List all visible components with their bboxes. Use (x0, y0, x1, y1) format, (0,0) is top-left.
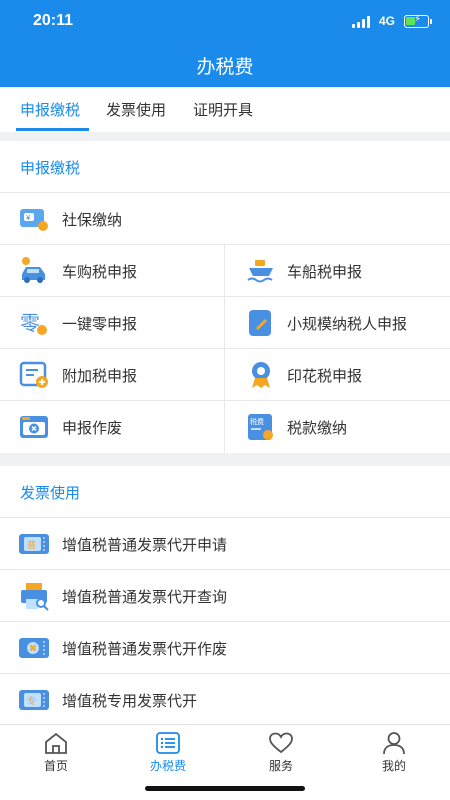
item-tax-payment[interactable]: 税费 税款缴纳 (225, 401, 450, 453)
user-icon (383, 732, 405, 755)
list-icon (156, 732, 180, 754)
tab-invoice[interactable]: 发票使用 (106, 99, 166, 120)
social-security-card-icon: ¥ (20, 209, 48, 231)
item-vehicle-purchase-tax[interactable]: 车购税申报 (0, 245, 225, 297)
item-label: 小规模纳税人申报 (287, 315, 408, 333)
active-tab-indicator (16, 128, 89, 131)
tab-declare[interactable]: 申报缴税 (20, 99, 80, 120)
item-label: 车购税申报 (62, 263, 138, 281)
nav-tax[interactable]: 办税费 (128, 731, 208, 774)
section-header: 申报缴税 (0, 141, 450, 193)
zero-declare-icon: 零 (20, 311, 47, 335)
status-time: 20:11 (33, 12, 74, 29)
nav-label: 办税费 (149, 759, 186, 773)
item-label: 增值税专用发票代开 (62, 692, 198, 710)
network-type: 4G (379, 14, 396, 28)
item-void-declare[interactable]: 申报作废 (0, 401, 225, 453)
item-label: 增值税普通发票代开查询 (62, 588, 228, 606)
svg-text:税费: 税费 (250, 417, 264, 426)
item-label: 一键零申报 (62, 315, 138, 333)
invoice-section: 发票使用 普 增值税普通发票代开申请 增值税普通发票代开查询 增值税普通发票代开… (0, 466, 450, 724)
void-declare-icon (20, 416, 48, 438)
item-vessel-tax[interactable]: 车船税申报 (225, 245, 450, 297)
stamp-medal-icon (252, 362, 270, 388)
svg-text:¥: ¥ (26, 214, 31, 222)
item-invoice-void[interactable]: 增值税普通发票代开作废 (0, 622, 450, 674)
small-taxpayer-icon (249, 310, 271, 336)
nav-label: 我的 (381, 759, 406, 773)
item-invoice-apply[interactable]: 普 增值税普通发票代开申请 (0, 518, 450, 570)
section-title: 申报缴税 (20, 159, 81, 177)
item-label: 社保缴纳 (62, 211, 123, 229)
invoice-void-icon (19, 638, 49, 658)
item-label: 附加税申报 (62, 367, 138, 385)
nav-mine[interactable]: 我的 (354, 731, 434, 774)
item-small-taxpayer[interactable]: 小规模纳税人申报 (225, 297, 450, 349)
item-label: 印花税申报 (287, 367, 363, 385)
app-header: 20:11 4G ⚡ 办税费 (0, 0, 450, 87)
nav-label: 服务 (268, 759, 293, 773)
svg-text:零: 零 (20, 311, 40, 335)
declare-section: 申报缴税 ¥ 社保缴纳 车购税申报 车船税申报 零 一键零申报 小规模纳税人申报… (0, 141, 450, 453)
screen: 20:11 4G ⚡ 办税费 申报缴税 发票使用 证明开具 申报缴税 ¥ 社保缴… (0, 0, 450, 800)
invoice-query-icon (21, 583, 49, 611)
item-invoice-query[interactable]: 增值税普通发票代开查询 (0, 570, 450, 622)
signal-icon (352, 16, 374, 28)
add-form-icon (19, 361, 48, 388)
car-icon (22, 257, 45, 283)
item-zero-declare[interactable]: 零 一键零申报 (0, 297, 225, 349)
section-title: 发票使用 (20, 484, 81, 502)
item-label: 申报作废 (62, 419, 123, 437)
item-social-security[interactable]: ¥ 社保缴纳 (0, 193, 450, 245)
home-indicator (145, 786, 305, 791)
item-label: 增值税普通发票代开作废 (62, 640, 228, 658)
invoice-apply-icon: 普 (19, 534, 49, 554)
item-stamp-tax[interactable]: 印花税申报 (225, 349, 450, 401)
svg-text:普: 普 (27, 539, 36, 551)
battery-icon: ⚡ (404, 14, 432, 28)
nav-label: 首页 (43, 759, 68, 773)
item-surtax[interactable]: 附加税申报 (0, 349, 225, 401)
tax-payment-icon: 税费 (248, 414, 273, 440)
status-bar: 20:11 4G ⚡ (0, 0, 450, 44)
tab-bar: 申报缴税 发票使用 证明开具 (0, 87, 450, 132)
section-header: 发票使用 (0, 466, 450, 518)
heart-icon (269, 732, 293, 754)
special-invoice-icon: 专 (19, 690, 49, 710)
home-icon (45, 732, 67, 754)
item-label: 税款缴纳 (287, 419, 348, 437)
item-label: 增值税普通发票代开申请 (62, 536, 228, 554)
item-label: 车船税申报 (287, 263, 363, 281)
page-title: 办税费 (196, 56, 254, 78)
ship-icon (247, 260, 273, 283)
tab-certificate[interactable]: 证明开具 (193, 99, 253, 120)
nav-home[interactable]: 首页 (16, 731, 96, 774)
item-special-invoice[interactable]: 专 增值税专用发票代开 (0, 674, 450, 726)
nav-service[interactable]: 服务 (241, 731, 321, 774)
svg-text:专: 专 (27, 695, 36, 707)
